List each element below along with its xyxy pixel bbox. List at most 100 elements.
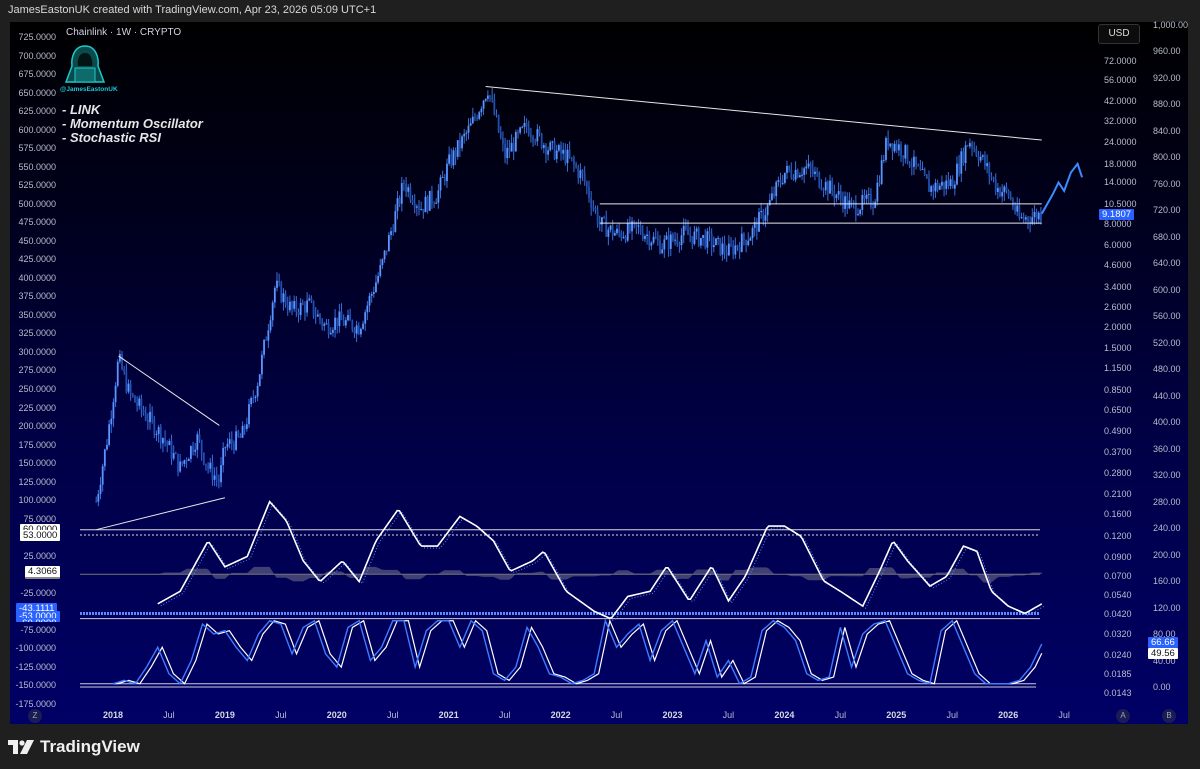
candle-body	[226, 443, 229, 448]
candle-body	[336, 317, 339, 327]
currency-button[interactable]: USD	[1098, 24, 1140, 44]
candle-body	[474, 116, 476, 118]
candle-body	[771, 193, 773, 200]
candle-body	[349, 315, 352, 321]
candle-body	[235, 431, 237, 450]
candle-body	[114, 385, 117, 403]
candle-body	[616, 228, 618, 234]
candle-body	[893, 143, 896, 152]
candle-body	[1003, 186, 1006, 193]
candle-body	[140, 398, 143, 410]
candle-body	[493, 99, 496, 115]
right-axis-tick: 880.00	[1153, 99, 1181, 109]
candle-body	[874, 201, 877, 208]
price-axis-tick: 0.1600	[1104, 509, 1132, 520]
price-axis-tick: 4.6000	[1104, 260, 1132, 271]
candle-body	[971, 143, 973, 149]
candle-body	[568, 149, 571, 158]
price-axis-tick: 10.5000	[1104, 198, 1137, 209]
scale-b-button[interactable]: B	[1162, 709, 1176, 723]
candle-body	[398, 198, 401, 204]
candle-body	[592, 207, 595, 209]
candle-body	[508, 147, 511, 152]
left-axis-tick: 275.0000	[18, 365, 56, 376]
candle-body	[667, 235, 670, 249]
candle-body	[134, 395, 136, 403]
candle-body	[381, 259, 384, 265]
candle-body	[650, 242, 653, 246]
candle-body	[463, 133, 466, 137]
price-axis-tick: 0.0420	[1104, 608, 1132, 619]
candle-body	[923, 169, 926, 175]
candle-body	[467, 125, 470, 133]
time-axis-tick: 2023	[662, 710, 683, 720]
candle-body	[112, 402, 115, 419]
candle-body	[110, 418, 113, 425]
candle-body	[872, 207, 874, 209]
candle-body	[435, 202, 438, 204]
candle-body	[831, 180, 834, 191]
candle-body	[217, 478, 220, 483]
candle-body	[822, 189, 825, 191]
candle-body	[833, 190, 836, 199]
candle-body	[241, 425, 244, 438]
candle-body	[1027, 217, 1029, 222]
candle-body	[986, 163, 989, 167]
candle-body	[362, 323, 364, 329]
candle-body	[489, 95, 491, 97]
stoch-k-badge: 66.66	[1148, 637, 1178, 648]
right-axis-tick: 240.00	[1153, 523, 1181, 533]
candle-body	[1033, 212, 1036, 218]
price-axis-tick: 0.4900	[1104, 426, 1132, 437]
timezone-z-button[interactable]: Z	[28, 709, 42, 723]
candle-body	[900, 144, 902, 156]
candle-body	[418, 206, 420, 210]
candle-body	[200, 440, 203, 453]
candle-body	[551, 141, 554, 143]
candle-body	[809, 163, 812, 169]
left-axis-tick: 25.0000	[23, 550, 56, 561]
price-axis-tick: 0.6500	[1104, 405, 1132, 416]
projection-path	[1040, 161, 1084, 215]
right-axis-tick: 480.00	[1153, 364, 1181, 374]
candle-body	[941, 181, 943, 186]
candle-body	[228, 439, 231, 444]
candle-body	[786, 165, 788, 173]
candle-body	[766, 205, 769, 216]
candle-body	[852, 201, 855, 203]
left-axis-tick: 600.0000	[18, 124, 56, 135]
candle-body	[928, 178, 930, 192]
left-axis-tick: 700.0000	[18, 50, 56, 61]
candle-body	[454, 150, 457, 157]
time-axis-tick: Jul	[610, 710, 623, 720]
candle-body	[932, 186, 935, 192]
candle-body	[790, 169, 793, 178]
candle-body	[984, 155, 986, 167]
candle-body	[273, 287, 276, 303]
candle-body	[450, 154, 453, 166]
candle-body	[669, 234, 672, 249]
candle-body	[306, 300, 309, 313]
left-axis-tick: -100.0000	[15, 643, 56, 654]
momentum-level-badge: -60.0000	[16, 618, 60, 622]
time-axis-tick: 2021	[438, 710, 459, 720]
candle-body	[562, 149, 565, 154]
candle-body	[332, 329, 334, 333]
candle-body	[239, 436, 242, 438]
candle-body	[394, 211, 397, 232]
left-axis-tick: 725.0000	[18, 32, 56, 42]
candle-body	[880, 160, 883, 184]
time-axis-tick: 2025	[886, 710, 907, 720]
candle-body	[818, 172, 821, 188]
tradingview-footer[interactable]: TradingView	[8, 737, 140, 757]
chart-plot[interactable]	[0, 0, 1200, 769]
candle-body	[715, 238, 717, 246]
candle-body	[850, 200, 853, 202]
candle-body	[512, 142, 515, 152]
candle-body	[837, 191, 840, 195]
scale-a-button[interactable]: A	[1116, 709, 1130, 723]
left-axis-tick: 475.0000	[18, 217, 56, 228]
candle-body	[691, 236, 694, 244]
left-axis-tick: -150.0000	[15, 680, 56, 691]
candle-body	[727, 243, 730, 256]
